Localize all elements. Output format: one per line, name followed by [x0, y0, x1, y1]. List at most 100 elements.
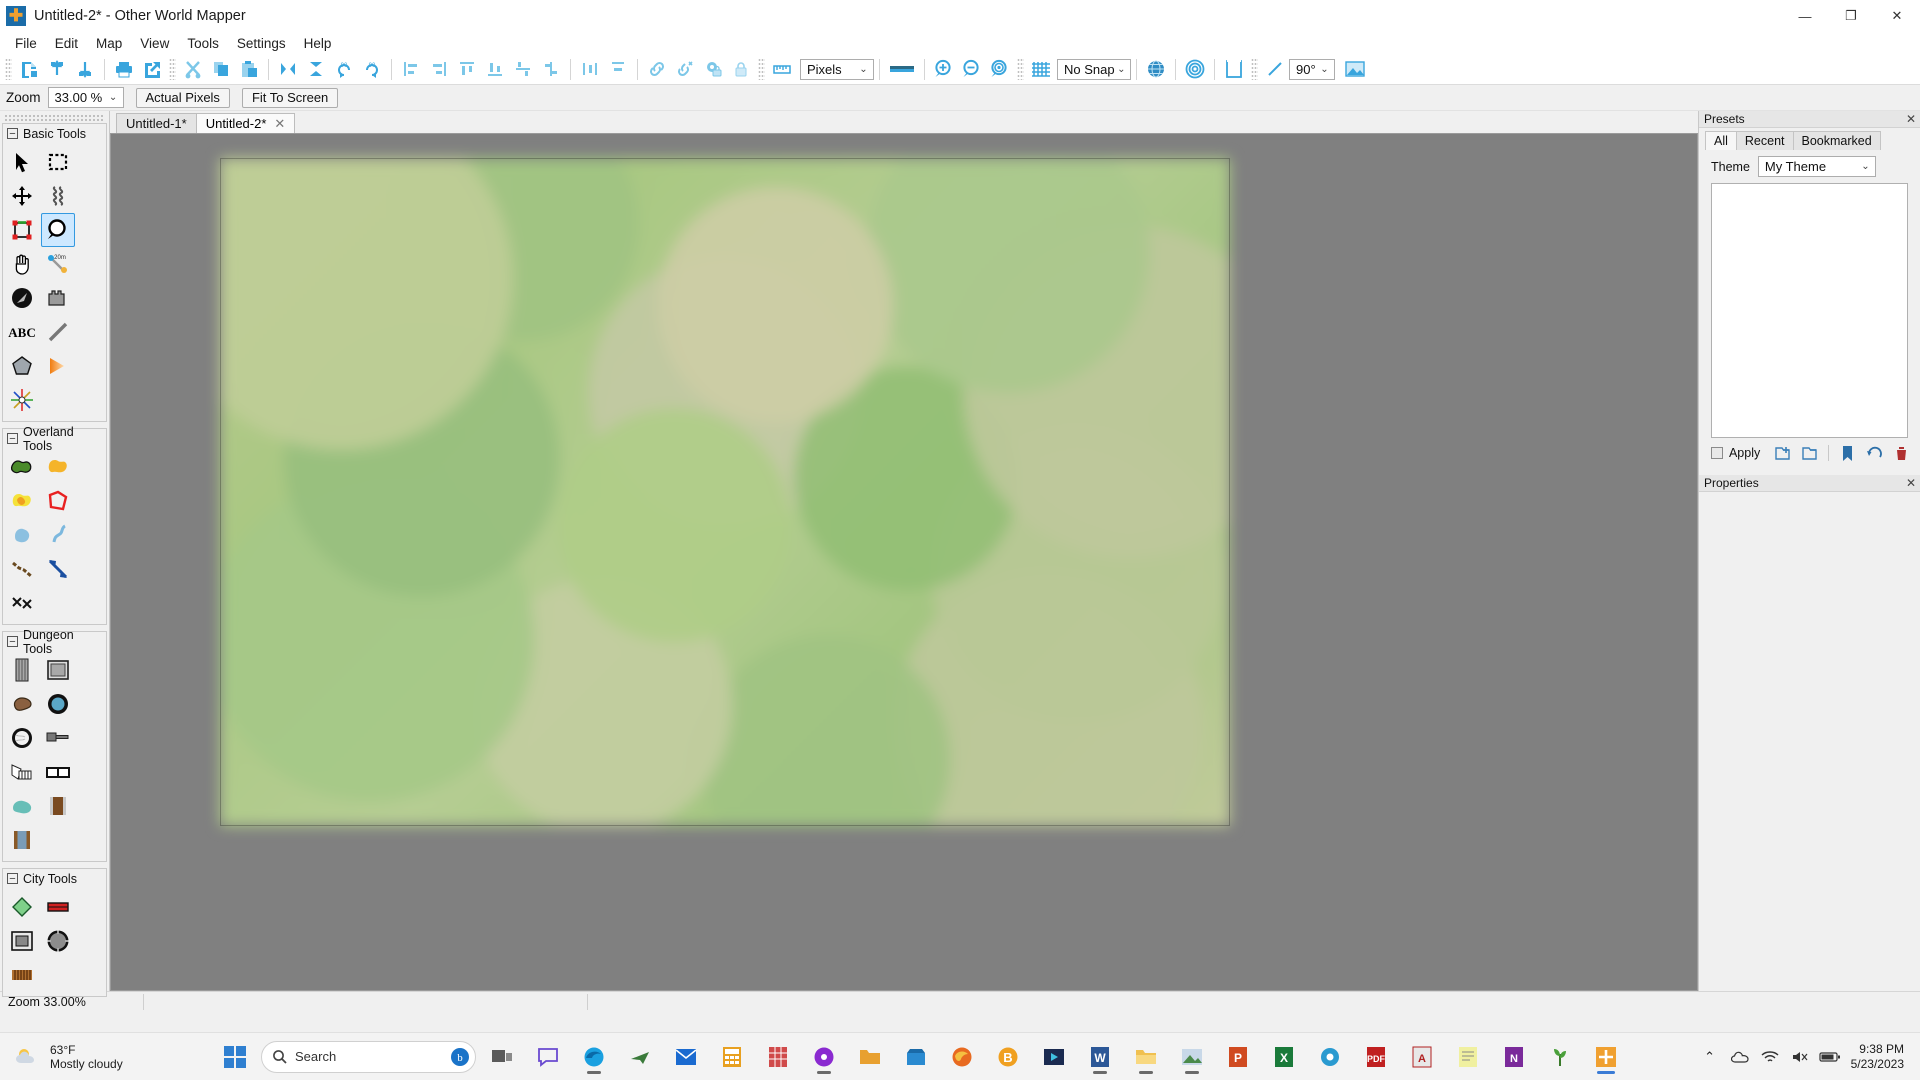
toolbar-grip-4[interactable] [1017, 58, 1024, 80]
weather-widget[interactable]: 63°F Mostly cloudy [0, 1043, 215, 1071]
flip-vertical-icon[interactable] [302, 56, 330, 83]
polygon-tool[interactable] [5, 349, 39, 383]
city-fence-tool[interactable] [5, 958, 39, 992]
zoom-level-combo[interactable]: 33.00 % ⌄ [47, 87, 124, 108]
other-world-mapper-icon[interactable] [1586, 1037, 1626, 1077]
explorer-folder-icon[interactable] [1126, 1037, 1166, 1077]
snap-combo[interactable]: No Snap ⌄ [1057, 58, 1131, 80]
image-icon[interactable] [1341, 56, 1369, 83]
bitcoin-icon[interactable]: B [988, 1037, 1028, 1077]
word-icon[interactable]: W [1080, 1037, 1120, 1077]
toolbar-grip-2[interactable] [169, 58, 176, 80]
align-top-icon[interactable] [481, 56, 509, 83]
edge-browser-icon[interactable] [574, 1037, 614, 1077]
distribute-h-icon[interactable] [576, 56, 604, 83]
marquee-select-tool[interactable] [41, 145, 75, 179]
wooden-door-tool[interactable] [41, 789, 75, 823]
apply-checkbox[interactable] [1711, 447, 1723, 459]
page-border-icon[interactable] [1220, 56, 1248, 83]
concentric-rings-icon[interactable] [1181, 56, 1209, 83]
door-corridor-tool[interactable] [41, 721, 75, 755]
menu-settings[interactable]: Settings [228, 34, 295, 53]
powerpoint-icon[interactable]: P [1218, 1037, 1258, 1077]
city-wall-round-tool[interactable] [41, 924, 75, 958]
menu-file[interactable]: File [6, 34, 46, 53]
rotate-left-icon[interactable]: 90 [330, 56, 358, 83]
compass-direction-tool[interactable] [5, 281, 39, 315]
chat-teams-icon[interactable] [528, 1037, 568, 1077]
fit-to-screen-button[interactable]: Fit To Screen [241, 87, 339, 108]
ruler-icon[interactable] [768, 56, 796, 83]
presets-tab-bookmarked[interactable]: Bookmarked [1792, 131, 1881, 150]
lock-icon[interactable] [727, 56, 755, 83]
line-width-icon[interactable] [885, 56, 919, 83]
revert-preset-icon[interactable] [1864, 443, 1885, 463]
city-tools-header[interactable]: − City Tools [3, 869, 106, 888]
folder-orange-icon[interactable] [850, 1037, 890, 1077]
city-structure-tool[interactable] [5, 924, 39, 958]
align-bottom-icon[interactable] [509, 56, 537, 83]
link-icon[interactable] [643, 56, 671, 83]
river-tool[interactable] [41, 518, 75, 552]
calculator-icon[interactable] [712, 1037, 752, 1077]
city-block-tool[interactable] [41, 890, 75, 924]
taskbar-clock[interactable]: 9:38 PM 5/23/2023 [1847, 1042, 1914, 1072]
cut-icon[interactable] [179, 56, 207, 83]
toolbar-grip-5[interactable] [1251, 58, 1258, 80]
line-tool[interactable] [41, 315, 75, 349]
stairs-tool[interactable] [5, 755, 39, 789]
units-combo[interactable]: Pixels ⌄ [800, 58, 874, 80]
volume-icon[interactable] [1787, 1037, 1813, 1077]
menu-help[interactable]: Help [295, 34, 341, 53]
flip-horizontal-icon[interactable] [274, 56, 302, 83]
round-room-tool[interactable] [5, 721, 39, 755]
secret-door-tool[interactable] [5, 823, 39, 857]
measure-distance-tool[interactable]: 20m [41, 247, 75, 281]
maximize-button[interactable]: ❐ [1828, 0, 1874, 32]
flight-sim-icon[interactable] [620, 1037, 660, 1077]
theme-combo[interactable]: My Theme ⌄ [1757, 156, 1876, 177]
trail-path-tool[interactable] [5, 552, 39, 586]
acrobat-icon[interactable]: A [1402, 1037, 1442, 1077]
pan-hand-tool[interactable] [5, 247, 39, 281]
music-player-icon[interactable] [804, 1037, 844, 1077]
distribute-v-icon[interactable] [604, 56, 632, 83]
overland-tools-header[interactable]: − Overland Tools [3, 425, 106, 453]
minimize-button[interactable]: — [1782, 0, 1828, 32]
presets-close-icon[interactable]: ✕ [1906, 112, 1916, 126]
close-button[interactable]: ✕ [1874, 0, 1920, 32]
angle-combo[interactable]: 90° ⌄ [1289, 58, 1335, 80]
align-right-icon[interactable] [425, 56, 453, 83]
double-door-tool[interactable] [41, 755, 75, 789]
battery-icon[interactable] [1817, 1037, 1843, 1077]
zoom-out-icon[interactable] [958, 56, 986, 83]
align-center-h-icon[interactable] [453, 56, 481, 83]
toolbar-grip[interactable] [5, 58, 12, 80]
select-arrow-tool[interactable] [5, 145, 39, 179]
save-map-icon[interactable] [71, 56, 99, 83]
collapse-icon[interactable]: − [7, 128, 18, 139]
search-input[interactable]: Search b [261, 1040, 476, 1073]
dungeon-room-tool[interactable] [41, 653, 75, 687]
settings-gear-icon[interactable] [1310, 1037, 1350, 1077]
network-icon[interactable] [1757, 1037, 1783, 1077]
pdf-reader-icon[interactable]: PDF [1356, 1037, 1396, 1077]
tab-untitled-1[interactable]: Untitled-1* [116, 113, 197, 133]
collapse-icon-2[interactable]: − [7, 433, 18, 444]
region-outline-tool[interactable] [41, 484, 75, 518]
print-icon[interactable] [110, 56, 138, 83]
collapse-icon-3[interactable]: − [7, 636, 18, 647]
lock-settings-icon[interactable] [699, 56, 727, 83]
notepad-icon[interactable] [1448, 1037, 1488, 1077]
spreadsheet-icon[interactable] [758, 1037, 798, 1077]
contour-terrain-tool[interactable] [5, 484, 39, 518]
new-map-icon[interactable] [15, 56, 43, 83]
basic-tools-header[interactable]: − Basic Tools [3, 124, 106, 143]
cave-chamber-tool[interactable] [5, 687, 39, 721]
actual-pixels-button[interactable]: Actual Pixels [135, 87, 230, 108]
delete-preset-icon[interactable] [1891, 443, 1912, 463]
city-building-tool[interactable] [5, 890, 39, 924]
globe-icon[interactable] [1142, 56, 1170, 83]
open-map-icon[interactable] [43, 56, 71, 83]
photos-icon[interactable] [1172, 1037, 1212, 1077]
